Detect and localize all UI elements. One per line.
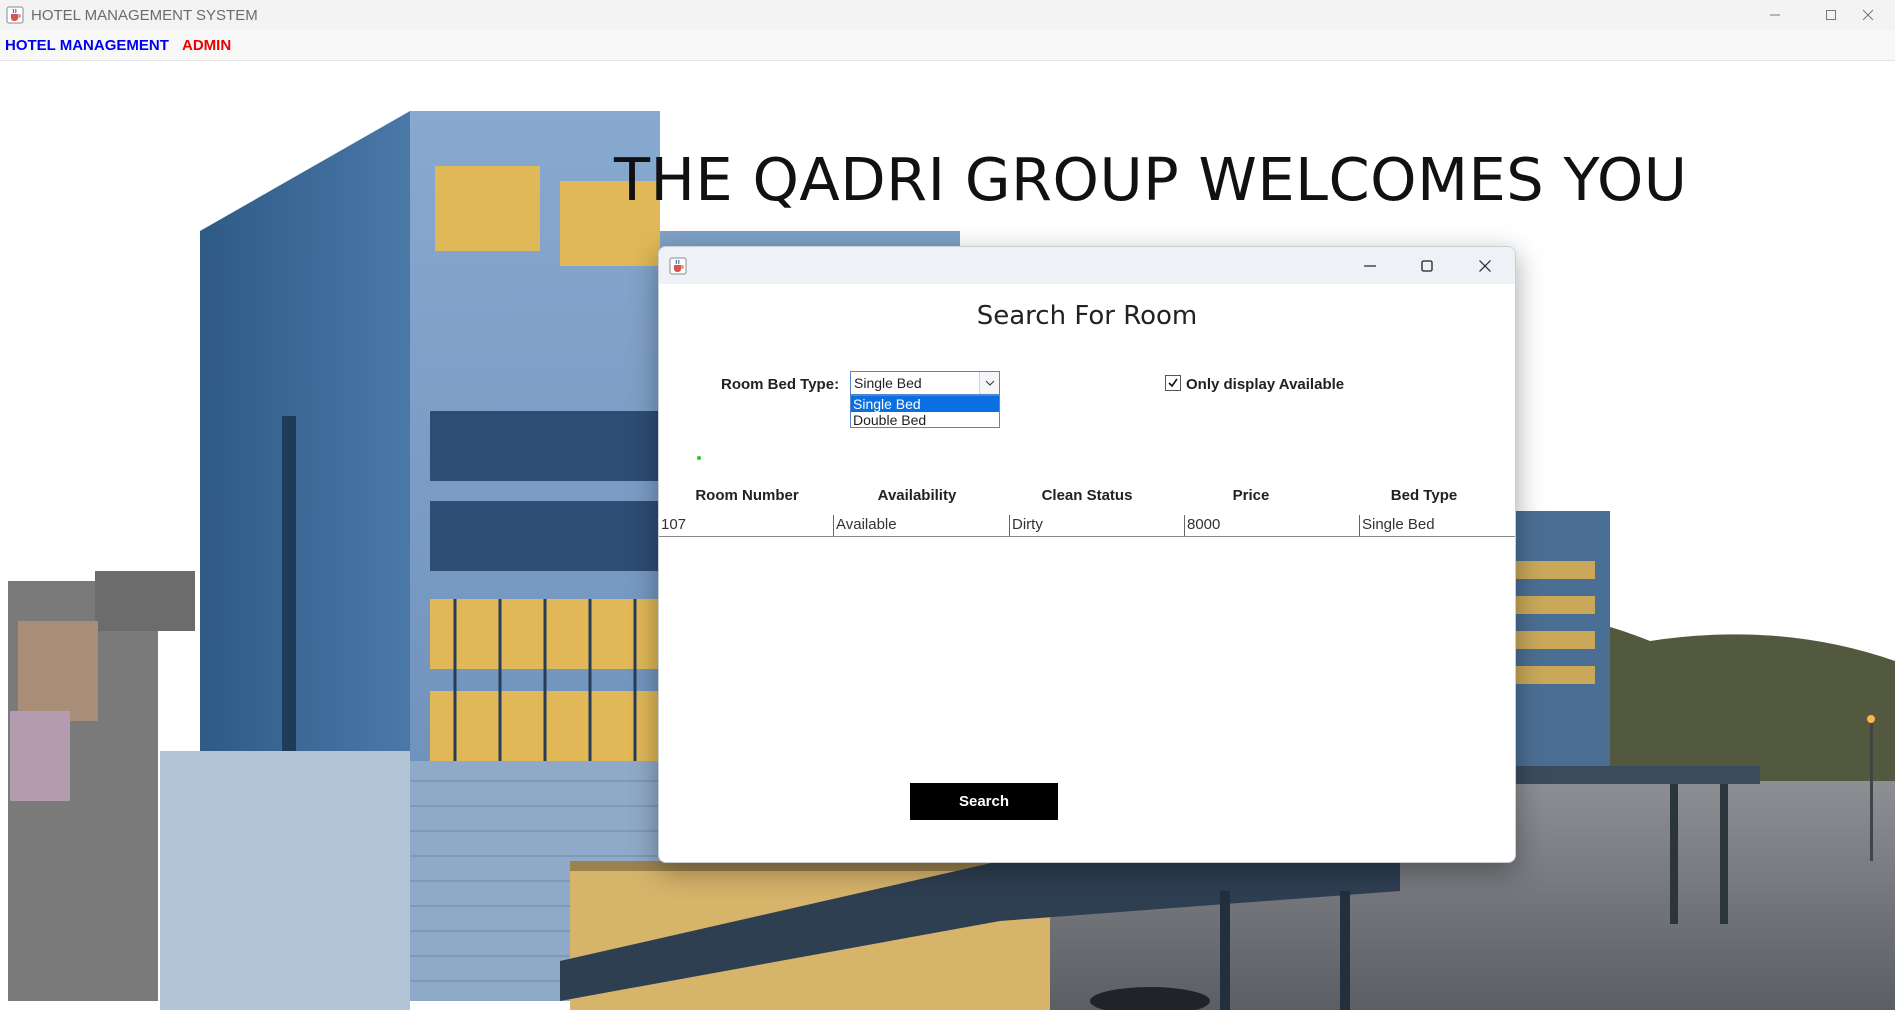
bed-type-option-single[interactable]: Single Bed [851,396,999,412]
bed-type-select[interactable]: Single Bed [850,371,1000,395]
only-available-label[interactable]: Only display Available [1186,376,1344,393]
cell-clean-status: Dirty [1009,515,1184,536]
dialog-heading: Search For Room [976,301,1198,331]
minimize-icon [1364,264,1376,267]
status-indicator-dot [697,456,701,460]
minimize-button[interactable] [1752,0,1798,30]
menu-bar: HOTEL MANAGEMENT ADMIN [0,30,1895,61]
close-icon [1479,259,1491,272]
only-available-checkbox[interactable] [1165,375,1181,391]
column-clean-status[interactable]: Clean Status [999,487,1175,504]
menu-admin[interactable]: ADMIN [182,37,231,54]
column-room-number[interactable]: Room Number [659,487,835,504]
maximize-icon [1826,10,1836,20]
welcome-banner: THE QADRI GROUP WELCOMES YOU [614,145,1688,214]
dialog-close-button[interactable] [1457,247,1513,284]
cell-availability: Available [833,515,1009,536]
maximize-icon [1421,259,1433,272]
java-cup-icon [669,257,687,275]
search-room-dialog: Search For Room Room Bed Type: Single Be… [658,246,1516,863]
cell-price: 8000 [1184,515,1359,536]
window-title: HOTEL MANAGEMENT SYSTEM [31,7,258,24]
close-window-button[interactable] [1862,0,1895,30]
close-icon [1862,9,1874,21]
table-row[interactable]: 107 Available Dirty 8000 Single Bed [659,515,1515,537]
main-window-titlebar: HOTEL MANAGEMENT SYSTEM [0,0,1895,30]
column-bed-type[interactable]: Bed Type [1336,487,1512,504]
bed-type-selected-value: Single Bed [854,375,922,391]
search-button[interactable]: Search [910,783,1058,820]
room-bed-type-label: Room Bed Type: [721,376,840,393]
checkmark-icon [1168,378,1178,388]
cell-room-number: 107 [661,516,687,533]
chevron-down-icon[interactable] [979,372,999,394]
bed-type-option-double[interactable]: Double Bed [851,412,999,428]
column-availability[interactable]: Availability [829,487,1005,504]
rooms-table-header: Room Number Availability Clean Status Pr… [659,487,1515,507]
java-cup-icon [6,6,24,24]
maximize-button[interactable] [1808,0,1854,30]
dialog-titlebar [659,247,1515,284]
bed-type-dropdown-list: Single Bed Double Bed [850,395,1000,428]
dialog-maximize-button[interactable] [1399,247,1455,284]
menu-hotel-management[interactable]: HOTEL MANAGEMENT [5,37,169,54]
column-price[interactable]: Price [1163,487,1339,504]
dialog-minimize-button[interactable] [1342,247,1398,284]
minimize-icon [1770,14,1780,16]
cell-bed-type: Single Bed [1359,515,1515,536]
